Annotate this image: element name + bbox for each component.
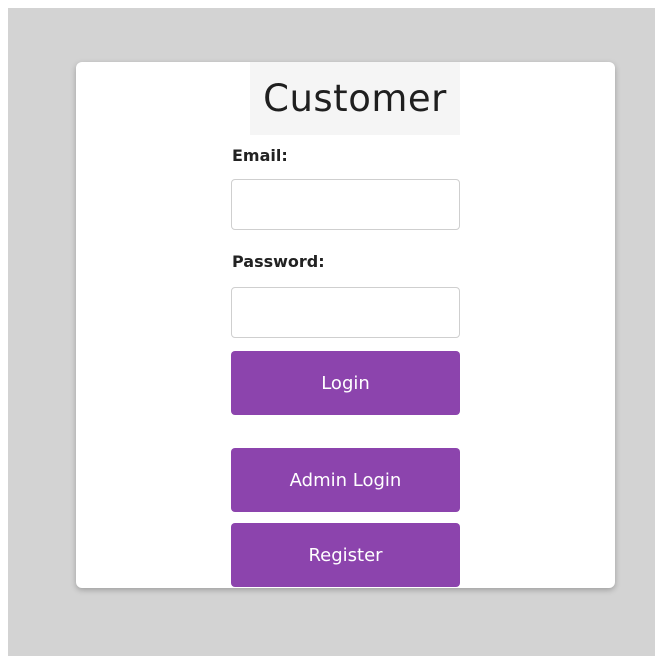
title-box: Customer [250,62,460,135]
email-field[interactable] [231,179,460,230]
password-label: Password: [232,252,325,271]
register-button[interactable]: Register [231,523,460,587]
password-field[interactable] [231,287,460,338]
admin-login-button[interactable]: Admin Login [231,448,460,512]
login-button[interactable]: Login [231,351,460,415]
email-label: Email: [232,146,288,165]
page-title: Customer [263,77,447,120]
